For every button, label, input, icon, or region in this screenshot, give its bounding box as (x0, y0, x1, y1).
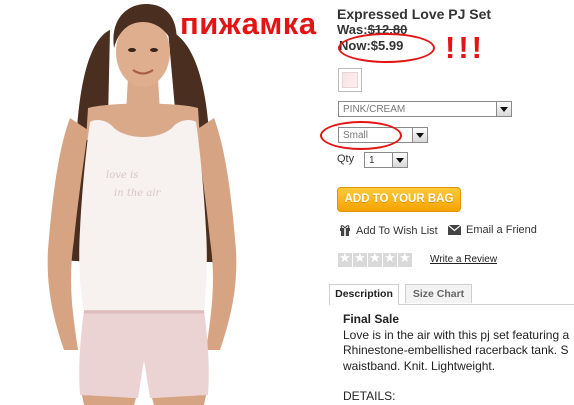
add-to-bag-button[interactable]: ADD TO YOUR BAG (337, 187, 461, 212)
wishlist-label: Add To Wish List (356, 225, 438, 237)
star-icon (398, 251, 412, 267)
tab-description[interactable]: Description (329, 284, 399, 305)
annotation-circle-size (320, 121, 402, 150)
star-icon (383, 251, 397, 267)
star-icon (368, 251, 382, 267)
product-title: Expressed Love PJ Set (337, 6, 492, 22)
product-tabs: Description Size Chart (329, 284, 574, 305)
tab-size-chart[interactable]: Size Chart (405, 284, 472, 303)
color-swatch[interactable] (338, 68, 362, 92)
chevron-down-icon[interactable] (412, 128, 427, 142)
add-to-wishlist-link[interactable]: Add To Wish List (339, 224, 438, 237)
description-line: Rhinestone-embellished racerback tank. S (343, 343, 569, 357)
annotation-exclamation: !!! (445, 30, 485, 65)
svg-text:in the air: in the air (114, 188, 162, 199)
envelope-icon (448, 225, 461, 235)
star-icon (338, 251, 352, 267)
gift-icon (340, 225, 350, 236)
rating-stars (338, 251, 413, 272)
write-review-link[interactable]: Write a Review (430, 254, 497, 265)
color-select-value: PINK/CREAM (343, 104, 406, 115)
description-heading: Final Sale (343, 312, 400, 326)
qty-select[interactable]: 1 (364, 152, 408, 168)
email-friend-label: Email a Friend (466, 224, 537, 236)
chevron-down-icon[interactable] (496, 102, 511, 116)
description-panel: Final Sale Love is in the air with this … (343, 312, 574, 405)
description-line: Love is in the air with this pj set feat… (343, 327, 570, 342)
details-label: DETAILS: (343, 389, 396, 403)
qty-label: Qty (337, 153, 355, 165)
email-friend-link[interactable]: Email a Friend (448, 224, 537, 236)
product-photo: love is in the air (47, 4, 237, 405)
description-line: waistband. Knit. Lightweight. (343, 358, 496, 373)
star-icon (353, 251, 367, 267)
swatch-fill (342, 72, 358, 88)
annotation-title: пижамка (180, 6, 317, 41)
svg-text:love is: love is (106, 170, 138, 181)
color-select[interactable]: PINK/CREAM (338, 101, 512, 117)
qty-select-value: 1 (369, 155, 375, 166)
annotation-circle-price (338, 33, 435, 63)
chevron-down-icon[interactable] (392, 153, 407, 167)
